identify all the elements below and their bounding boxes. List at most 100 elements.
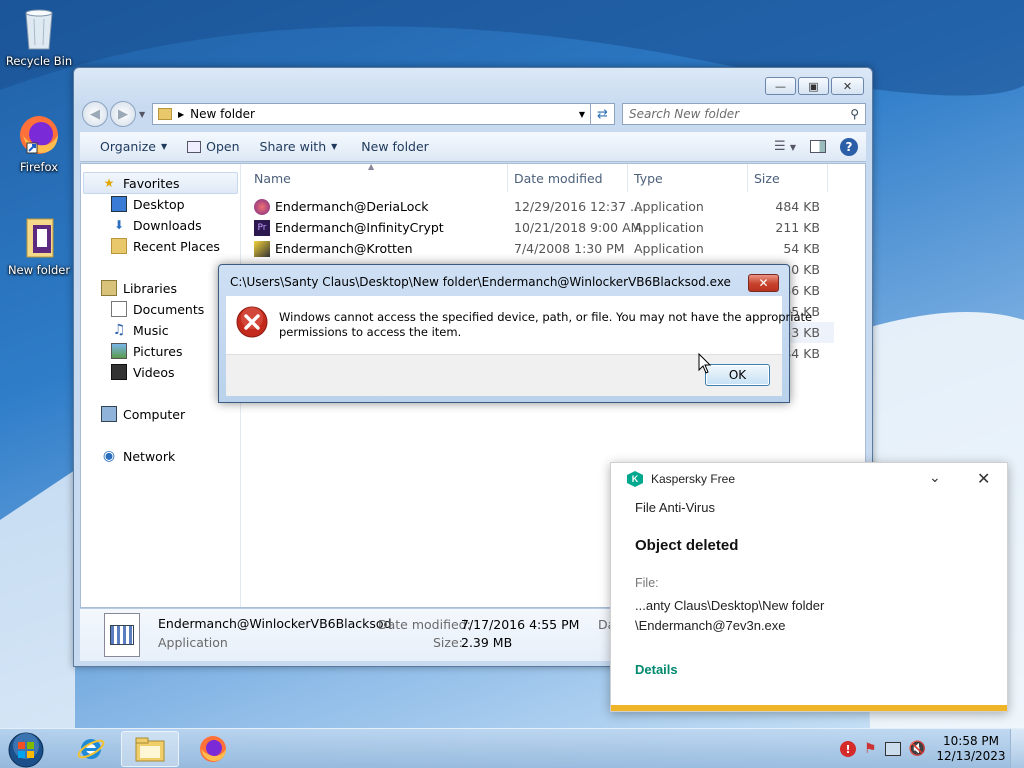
nav-label: Videos bbox=[133, 364, 175, 380]
file-type: Application bbox=[634, 220, 704, 235]
forward-button[interactable]: ▶ bbox=[110, 101, 136, 127]
close-icon[interactable]: ✕ bbox=[977, 469, 990, 489]
nav-music[interactable]: ♫ Music bbox=[111, 322, 169, 338]
column-header-size[interactable]: Size bbox=[748, 164, 828, 192]
search-placeholder: Search New folder bbox=[629, 107, 740, 121]
taskbar-explorer[interactable] bbox=[121, 731, 179, 767]
breadcrumb-folder[interactable]: New folder bbox=[190, 107, 255, 121]
share-with-button[interactable]: Share with ▼ bbox=[250, 132, 348, 161]
column-header-type[interactable]: Type bbox=[628, 164, 748, 192]
desktop-icon-recycle-bin[interactable]: Recycle Bin bbox=[4, 6, 74, 68]
libraries-icon bbox=[101, 280, 117, 296]
file-type: Application bbox=[634, 241, 704, 256]
organize-button[interactable]: Organize ▼ bbox=[80, 132, 177, 161]
taskbar-internet-explorer[interactable] bbox=[62, 731, 120, 767]
command-bar: Organize ▼ Open Share with ▼ New folder ☰ … bbox=[80, 132, 866, 162]
file-path: ...anty Claus\Desktop\New folder bbox=[635, 598, 825, 613]
preview-pane-icon[interactable] bbox=[810, 140, 826, 153]
help-icon[interactable]: ? bbox=[840, 137, 858, 156]
close-button[interactable]: ✕ bbox=[831, 77, 864, 95]
recent-places-icon bbox=[111, 238, 127, 254]
search-input[interactable]: Search New folder ⚲ bbox=[622, 103, 866, 125]
taskbar: ! ⚑ 🔇 10:58 PM 12/13/2023 bbox=[0, 728, 1024, 768]
folder-icon bbox=[135, 737, 165, 762]
error-icon bbox=[236, 306, 268, 338]
dialog-close-button[interactable]: ✕ bbox=[748, 274, 779, 292]
file-name: Endermanch@Krotten bbox=[275, 241, 413, 256]
app-icon bbox=[254, 240, 270, 257]
share-with-label: Share with bbox=[259, 139, 327, 154]
network-icon[interactable] bbox=[884, 742, 901, 756]
notification-accent-bar bbox=[611, 705, 1007, 711]
documents-icon bbox=[111, 301, 127, 317]
column-header-name[interactable]: Name ▲ bbox=[248, 162, 508, 192]
desktop-icon-firefox[interactable]: Firefox bbox=[4, 112, 74, 174]
folder-icon bbox=[17, 215, 61, 261]
nav-downloads[interactable]: ⬇ Downloads bbox=[111, 217, 202, 233]
file-size: 211 KB bbox=[775, 220, 820, 235]
file-row[interactable]: Endermanch@DeriaLock 12/29/2016 12:37 ..… bbox=[254, 196, 834, 217]
nav-favorites[interactable]: ★ Favorites bbox=[101, 175, 180, 191]
ok-button[interactable]: OK bbox=[705, 364, 770, 386]
refresh-button[interactable]: ⇄ bbox=[590, 103, 615, 125]
address-bar[interactable]: ▶ New folder ▼ bbox=[152, 103, 592, 125]
nav-label: Network bbox=[123, 448, 176, 464]
organize-label: Organize bbox=[100, 139, 156, 154]
details-size-value: 2.39 MB bbox=[461, 635, 513, 650]
nav-recent-places[interactable]: Recent Places bbox=[111, 238, 220, 254]
dialog-title: C:\Users\Santy Claus\Desktop\New folder\… bbox=[230, 275, 731, 289]
nav-label: Recent Places bbox=[133, 238, 220, 254]
volume-muted-icon[interactable]: 🔇 bbox=[909, 741, 926, 757]
premiere-icon: Pr bbox=[254, 219, 270, 236]
sort-up-icon: ▲ bbox=[368, 162, 375, 171]
taskbar-firefox[interactable] bbox=[184, 731, 242, 767]
desktop-icon-label: New folder bbox=[7, 263, 71, 277]
new-folder-label: New folder bbox=[361, 139, 429, 154]
folder-icon bbox=[158, 108, 172, 120]
navigation-pane: ★ Favorites Desktop ⬇ Downloads Recent Pla… bbox=[81, 164, 241, 607]
nav-libraries[interactable]: Libraries bbox=[101, 280, 177, 296]
clock[interactable]: 10:58 PM 12/13/2023 bbox=[932, 734, 1010, 764]
minimize-button[interactable]: — bbox=[765, 77, 796, 95]
nav-pictures[interactable]: Pictures bbox=[111, 343, 183, 359]
open-button[interactable]: Open bbox=[177, 132, 249, 161]
action-center-flag-icon[interactable]: ⚑ bbox=[864, 741, 877, 757]
new-folder-button[interactable]: New folder bbox=[347, 132, 439, 161]
column-label: Name bbox=[254, 170, 291, 186]
file-date: 7/4/2008 1:30 PM bbox=[514, 241, 625, 256]
file-path: \Endermanch@7ev3n.exe bbox=[635, 618, 786, 633]
breadcrumb-arrow-icon[interactable]: ▶ bbox=[178, 110, 184, 119]
desktop-icon-new-folder[interactable]: New folder bbox=[4, 215, 74, 277]
file-name: Endermanch@InfinityCrypt bbox=[275, 220, 444, 235]
nav-label: Pictures bbox=[133, 343, 183, 359]
nav-desktop[interactable]: Desktop bbox=[111, 196, 185, 212]
nav-videos[interactable]: Videos bbox=[111, 364, 175, 380]
nav-documents[interactable]: Documents bbox=[111, 301, 204, 317]
kaspersky-alert-icon[interactable]: ! bbox=[840, 741, 856, 757]
nav-label: Desktop bbox=[133, 196, 185, 212]
maximize-button[interactable]: ▣ bbox=[798, 77, 829, 95]
back-button[interactable]: ◀ bbox=[82, 101, 108, 127]
start-button[interactable] bbox=[6, 731, 46, 768]
show-desktop-button[interactable] bbox=[1010, 729, 1024, 768]
nav-label: Documents bbox=[133, 301, 205, 317]
collapse-chevron-icon[interactable]: ⌄ bbox=[929, 469, 941, 486]
nav-computer[interactable]: Computer bbox=[101, 406, 185, 422]
nav-network[interactable]: ◉ Network bbox=[101, 448, 175, 464]
mouse-cursor-icon bbox=[698, 353, 712, 374]
notification-headline: Object deleted bbox=[635, 537, 739, 554]
app-icon bbox=[254, 198, 270, 215]
column-label: Date modified bbox=[514, 170, 603, 186]
recent-pages-chevron-icon[interactable]: ▼ bbox=[139, 110, 145, 119]
file-row[interactable]: Pr Endermanch@InfinityCrypt 10/21/2018 9… bbox=[254, 217, 834, 238]
computer-icon bbox=[101, 406, 117, 422]
firefox-icon bbox=[17, 112, 61, 158]
chevron-down-icon: ▼ bbox=[161, 142, 168, 151]
clock-date: 12/13/2023 bbox=[936, 749, 1006, 763]
column-header-date[interactable]: Date modified bbox=[508, 164, 628, 192]
details-link[interactable]: Details bbox=[635, 662, 678, 677]
file-row[interactable]: Endermanch@Krotten 7/4/2008 1:30 PM Appl… bbox=[254, 238, 834, 259]
address-dropdown-icon[interactable]: ▼ bbox=[579, 110, 585, 119]
change-view-icon[interactable]: ☰ ▼ bbox=[774, 139, 796, 154]
notification-app-name: Kaspersky Free bbox=[651, 472, 736, 486]
